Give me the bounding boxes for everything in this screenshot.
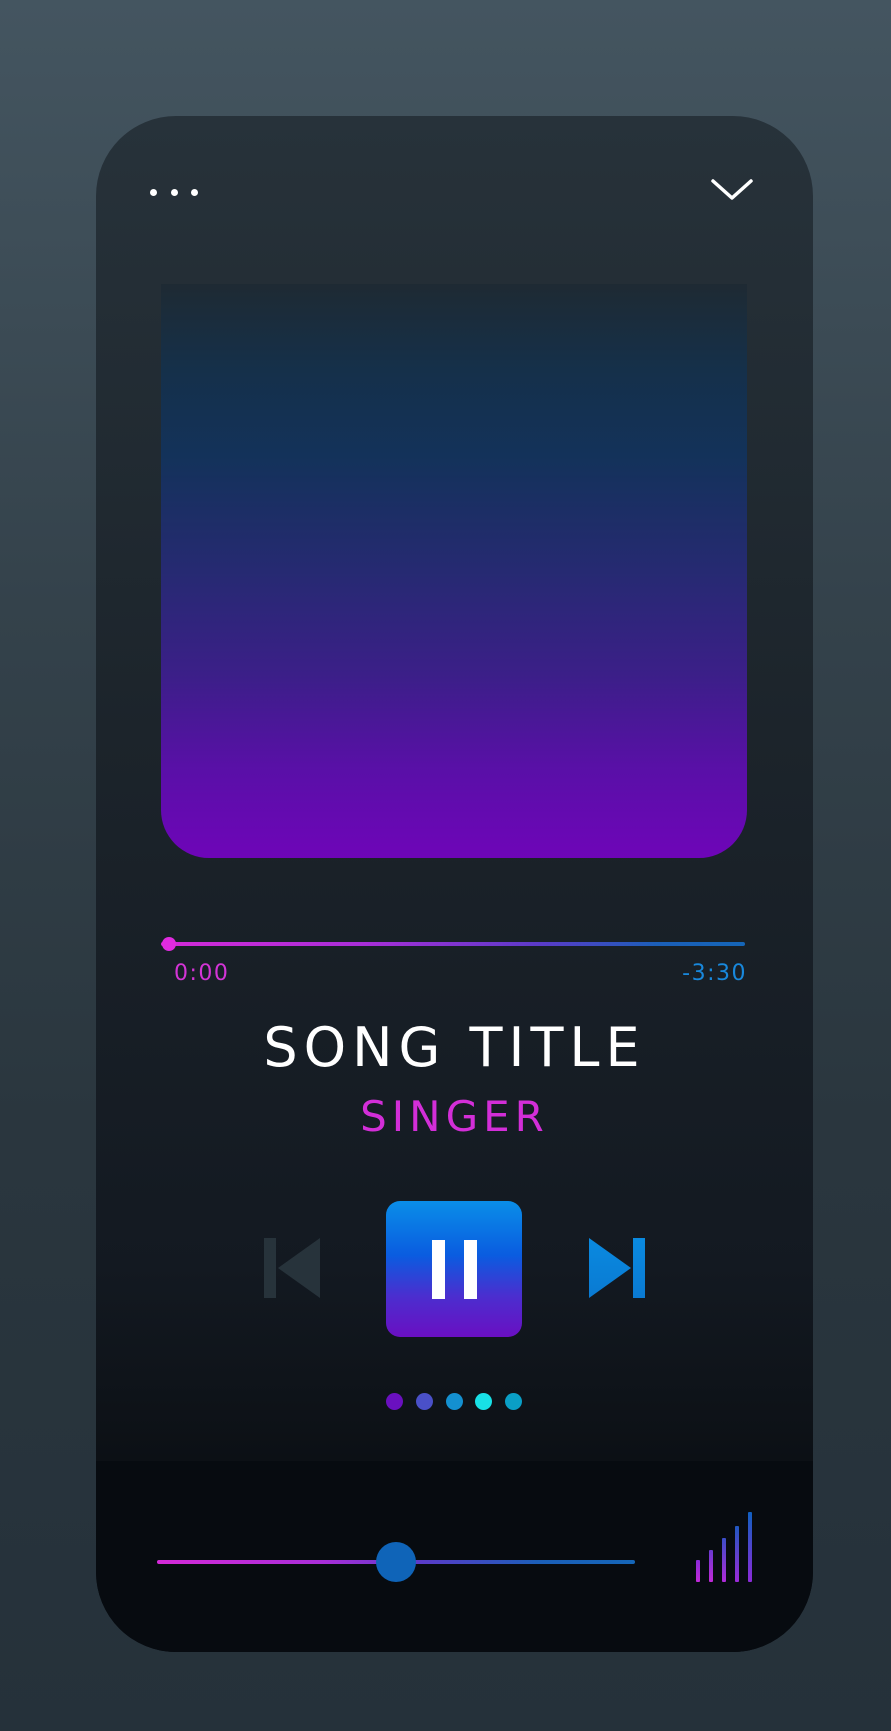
progress-track [161,942,745,946]
elapsed-time: 0:00 [174,961,230,986]
artist-name: SINGER [360,1092,549,1141]
play-pause-button[interactable] [386,1201,522,1337]
pause-icon [432,1240,445,1299]
volume-bar [709,1550,713,1582]
more-dot-2 [170,188,178,196]
page-dot[interactable] [505,1393,522,1410]
page-indicator [386,1393,522,1411]
page-dot[interactable] [445,1393,463,1410]
volume-bar [696,1560,700,1582]
album-artwork [161,284,747,858]
volume-bar [722,1538,726,1582]
next-track-button[interactable] [589,1238,645,1298]
volume-knob[interactable] [376,1542,416,1582]
progress-knob[interactable] [162,937,176,951]
page-dot[interactable] [415,1393,433,1410]
volume-bar [748,1512,752,1582]
more-dot-3 [191,188,198,196]
progress-slider[interactable] [161,936,745,952]
chevron-down-icon[interactable] [708,172,756,208]
volume-bars-icon[interactable] [696,1494,754,1582]
volume-slider[interactable] [157,1542,635,1582]
page-dot[interactable] [386,1393,403,1410]
skip-previous-icon [264,1238,320,1298]
player-screen: 0:00 -3:30 SONG TITLE SINGER [96,116,813,1652]
song-title: SONG TITLE [263,1016,646,1079]
pause-icon-bar [464,1240,477,1299]
skip-next-icon [589,1238,645,1298]
more-dot-1 [150,188,157,196]
more-options-button[interactable] [150,182,198,202]
page-dot[interactable] [475,1393,493,1410]
volume-bar [735,1526,739,1582]
previous-track-button[interactable] [264,1238,320,1298]
remaining-time: -3:30 [682,961,747,986]
